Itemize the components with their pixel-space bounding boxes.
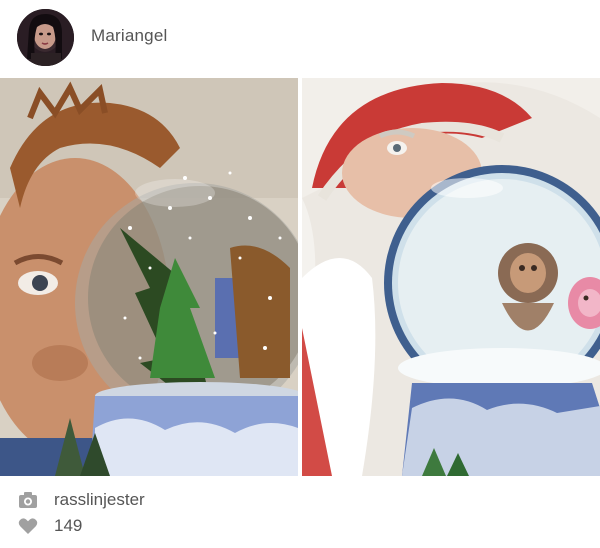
santa-snow-globe-painting (302, 78, 600, 476)
photo-left[interactable] (0, 78, 298, 476)
profile-avatar[interactable] (17, 9, 74, 66)
man-snow-globe-photo (0, 78, 298, 476)
photo-credit-row: rasslinjester (0, 486, 600, 514)
camera-icon (18, 491, 38, 509)
photo-credit-username[interactable]: rasslinjester (54, 490, 145, 510)
heart-icon[interactable] (18, 517, 38, 535)
post-header: Mariangel (0, 0, 600, 78)
avatar-image (17, 9, 74, 66)
photo-right[interactable] (302, 78, 600, 476)
like-count: 149 (54, 516, 83, 535)
photo-collage (0, 78, 600, 476)
author-username[interactable]: Mariangel (91, 26, 167, 46)
likes-row: 149 (0, 512, 600, 540)
